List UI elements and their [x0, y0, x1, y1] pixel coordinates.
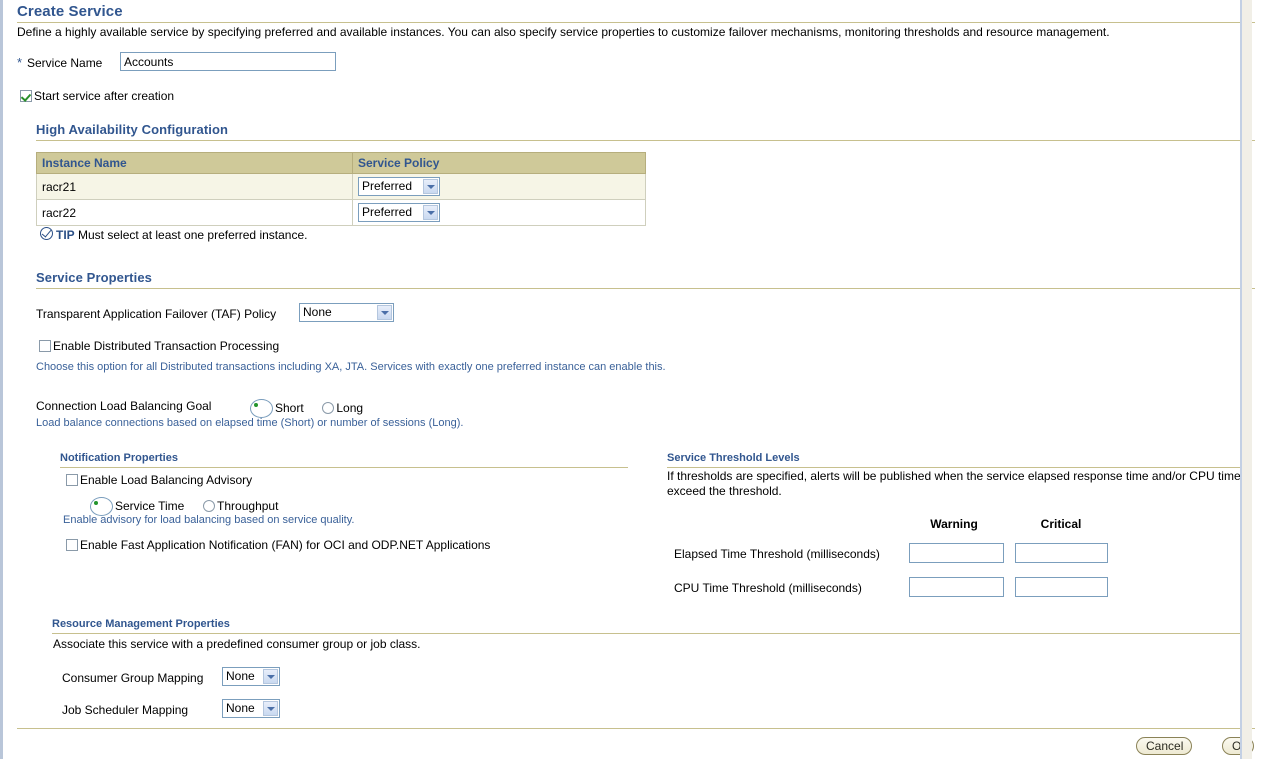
cell-instance-name: racr21: [37, 174, 353, 200]
advisory-hint: Enable advisory for load balancing based…: [63, 514, 354, 526]
column-header-critical: Critical: [1011, 517, 1111, 531]
chevron-down-icon[interactable]: [423, 205, 438, 220]
column-header-service-policy: Service Policy: [353, 153, 646, 174]
job-scheduler-mapping-label: Job Scheduler Mapping: [62, 703, 188, 717]
fan-checkbox-row[interactable]: Enable Fast Application Notification (FA…: [66, 538, 490, 552]
load-balancing-advisory-label: Enable Load Balancing Advisory: [80, 473, 252, 487]
service-properties-section-header: Service Properties: [36, 270, 1255, 289]
threshold-levels-header: Service Threshold Levels: [667, 452, 1242, 468]
required-marker: *: [17, 56, 22, 69]
resource-management-title: Resource Management Properties: [52, 618, 1242, 630]
tip-check-icon: [40, 227, 53, 240]
column-header-warning: Warning: [906, 517, 1002, 531]
notification-properties-divider: [60, 467, 628, 468]
chevron-down-icon[interactable]: [423, 179, 438, 194]
threshold-levels-description: If thresholds are specified, alerts will…: [667, 469, 1242, 499]
column-header-instance-name: Instance Name: [37, 153, 353, 174]
start-service-checkbox-row[interactable]: Start service after creation: [20, 89, 174, 103]
chevron-down-icon[interactable]: [263, 669, 278, 684]
chevron-down-icon[interactable]: [377, 305, 392, 320]
service-name-label: Service Name: [27, 56, 102, 70]
service-properties-divider: [36, 288, 1255, 289]
cpu-time-warning-input[interactable]: [909, 577, 1004, 597]
taf-policy-label: Transparent Application Failover (TAF) P…: [36, 307, 276, 321]
consumer-group-mapping-label: Consumer Group Mapping: [62, 671, 203, 685]
service-policy-value: Preferred: [362, 179, 412, 193]
resource-management-description: Associate this service with a predefined…: [53, 637, 421, 651]
start-service-checkbox[interactable]: [20, 90, 32, 102]
consumer-group-mapping-value: None: [226, 669, 255, 683]
clb-goal-label: Connection Load Balancing Goal: [36, 399, 211, 413]
threshold-levels-title: Service Threshold Levels: [667, 452, 1242, 464]
table-header-row: Instance Name Service Policy: [37, 153, 646, 174]
clb-goal-radio-short[interactable]: [250, 399, 273, 418]
cpu-time-threshold-label: CPU Time Threshold (milliseconds): [674, 581, 862, 595]
dtp-label: Enable Distributed Transaction Processin…: [53, 339, 279, 353]
notification-properties-header: Notification Properties: [60, 452, 628, 468]
taf-policy-value: None: [303, 305, 332, 319]
service-properties-title: Service Properties: [36, 270, 1255, 285]
ha-section-divider: [36, 140, 1255, 141]
fan-label: Enable Fast Application Notification (FA…: [80, 538, 490, 552]
table-row: racr22 Preferred: [37, 200, 646, 226]
consumer-group-mapping-select[interactable]: None: [222, 667, 280, 686]
service-name-input[interactable]: [120, 52, 336, 71]
advisory-goal-radio-throughput[interactable]: [203, 500, 215, 512]
clb-goal-option-short: Short: [275, 401, 304, 415]
fan-checkbox[interactable]: [66, 539, 78, 551]
table-row: racr21 Preferred: [37, 174, 646, 200]
service-policy-select-racr21[interactable]: Preferred: [358, 177, 440, 196]
ha-tip: TIP Must select at least one preferred i…: [40, 227, 307, 242]
cell-service-policy: Preferred: [353, 174, 646, 200]
clb-goal-hint: Load balance connections based on elapse…: [36, 417, 463, 429]
clb-goal-option-long: Long: [336, 401, 363, 415]
resource-management-header: Resource Management Properties: [52, 618, 1242, 634]
lba-checkbox-row[interactable]: Enable Load Balancing Advisory: [66, 473, 252, 487]
threshold-levels-divider: [667, 467, 1242, 468]
cpu-time-critical-input[interactable]: [1015, 577, 1108, 597]
advisory-goal-option-service-time: Service Time: [115, 499, 184, 513]
service-policy-select-racr22[interactable]: Preferred: [358, 203, 440, 222]
dtp-checkbox-row[interactable]: Enable Distributed Transaction Processin…: [39, 339, 279, 353]
start-service-label: Start service after creation: [34, 89, 174, 103]
instance-policy-table: Instance Name Service Policy racr21 Pref…: [36, 152, 646, 226]
cell-instance-name: racr22: [37, 200, 353, 226]
ha-section-header: High Availability Configuration: [36, 122, 1255, 141]
service-policy-value: Preferred: [362, 205, 412, 219]
taf-policy-select[interactable]: None: [299, 303, 394, 322]
job-scheduler-mapping-select[interactable]: None: [222, 699, 280, 718]
cell-service-policy: Preferred: [353, 200, 646, 226]
chevron-down-icon[interactable]: [263, 701, 278, 716]
elapsed-time-critical-input[interactable]: [1015, 543, 1108, 563]
elapsed-time-warning-input[interactable]: [909, 543, 1004, 563]
advisory-goal-option-throughput: Throughput: [217, 499, 278, 513]
ha-section-title: High Availability Configuration: [36, 122, 1255, 137]
page-title: Create Service: [17, 3, 123, 20]
job-scheduler-mapping-value: None: [226, 701, 255, 715]
load-balancing-advisory-checkbox[interactable]: [66, 474, 78, 486]
elapsed-time-threshold-label: Elapsed Time Threshold (milliseconds): [674, 547, 880, 561]
header-divider: [17, 22, 1255, 23]
resource-management-divider: [52, 633, 1242, 634]
dtp-hint: Choose this option for all Distributed t…: [36, 361, 666, 373]
create-service-page: Create Service Define a highly available…: [0, 0, 1264, 759]
clb-goal-radio-group[interactable]: Short Long: [250, 399, 363, 418]
page-description: Define a highly available service by spe…: [17, 25, 1247, 39]
tip-text: Must select at least one preferred insta…: [78, 228, 307, 242]
notification-properties-title: Notification Properties: [60, 452, 628, 464]
tip-label: TIP: [56, 228, 75, 242]
right-scrollbar-rail[interactable]: [1240, 0, 1252, 759]
footer-divider: [17, 728, 1255, 729]
page-content: Create Service Define a highly available…: [6, 0, 1255, 759]
cancel-button[interactable]: Cancel: [1136, 737, 1192, 755]
dtp-checkbox[interactable]: [39, 340, 51, 352]
clb-goal-radio-long[interactable]: [322, 402, 334, 414]
